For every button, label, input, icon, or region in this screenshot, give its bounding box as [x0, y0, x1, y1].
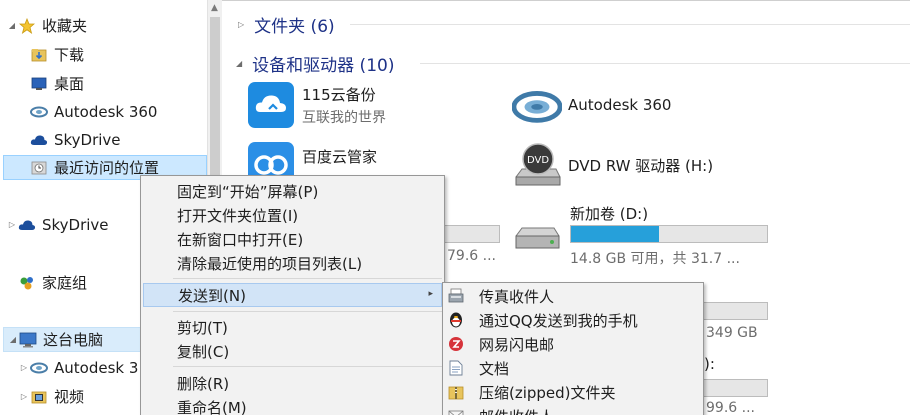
group-divider	[350, 24, 910, 25]
fax-icon	[447, 287, 465, 305]
submenu-item-fax[interactable]: 传真收件人	[445, 284, 701, 308]
expand-triangle-icon[interactable]: ◢	[6, 21, 18, 30]
folders-group-header[interactable]: ▷ 文件夹 (6)	[238, 12, 335, 37]
autodesk-360-icon	[30, 104, 48, 120]
menu-item-copy[interactable]: 复制(C)	[143, 339, 442, 363]
tile-dvd-drive[interactable]: DVD DVD RW 驱动器 (H:)	[512, 140, 713, 190]
tile-subtitle: 互联我的世界	[302, 109, 386, 126]
nav-label: 桌面	[54, 75, 85, 93]
nav-skydrive-fav[interactable]: SkyDrive	[30, 127, 121, 152]
menu-item-open-folder-location[interactable]: 打开文件夹位置(I)	[143, 203, 442, 227]
nav-favorites[interactable]: ◢ 收藏夹	[6, 13, 87, 38]
submenu-item-zip-folder[interactable]: 压缩(zipped)文件夹	[445, 380, 701, 404]
tile-name: 百度云管家	[302, 147, 378, 166]
homegroup-icon	[18, 275, 36, 291]
tile-name: 115云备份	[302, 85, 376, 104]
hard-drive-icon	[512, 212, 562, 262]
menu-item-send-to[interactable]: 发送到(N) ▸	[143, 283, 442, 307]
recent-places-icon	[30, 160, 48, 176]
115-cloud-icon	[246, 80, 296, 130]
nav-label: 收藏夹	[42, 17, 88, 35]
tile-drive-d[interactable]	[512, 212, 568, 262]
context-menu: 固定到“开始”屏幕(P) 打开文件夹位置(I) 在新窗口中打开(E) 清除最近使…	[140, 175, 445, 415]
group-divider	[420, 63, 910, 64]
nav-desktop[interactable]: 桌面	[30, 71, 84, 96]
drive-d-usage-bar	[570, 225, 768, 243]
mail-recipient-icon	[447, 407, 465, 415]
submenu-item-netease-mail[interactable]: 网易闪电邮	[445, 332, 701, 356]
nav-label: 这台电脑	[43, 331, 104, 349]
menu-item-clear-recent[interactable]: 清除最近使用的项目列表(L)	[143, 251, 442, 275]
partial-drive-usage-bar	[704, 379, 768, 397]
expand-triangle-icon[interactable]: ◢	[7, 335, 19, 344]
menu-item-pin-to-start[interactable]: 固定到“开始”屏幕(P)	[143, 179, 442, 203]
tile-115-cloud[interactable]: 115云备份 互联我的世界	[246, 80, 386, 130]
nav-autodesk-360[interactable]: Autodesk 360	[30, 99, 157, 124]
menu-item-rename[interactable]: 重命名(M)	[143, 395, 442, 415]
partial-drive-usage-bar	[704, 302, 768, 320]
devices-header-label: 设备和驱动器 (10)	[252, 56, 395, 76]
nav-label: Autodesk 3	[54, 358, 139, 377]
nav-autodesk-3[interactable]: ▷ Autodesk 3	[18, 355, 138, 380]
devices-group-header[interactable]: ◢ 设备和驱动器 (10)	[236, 51, 394, 76]
this-pc-icon	[19, 332, 37, 348]
menu-separator	[173, 278, 442, 279]
submenu-item-mail-recipient[interactable]: 邮件收件人	[445, 404, 701, 415]
nav-label: Autodesk 360	[54, 102, 158, 121]
nav-skydrive[interactable]: ▷ SkyDrive	[6, 212, 109, 237]
zip-folder-icon	[447, 383, 465, 401]
nav-videos[interactable]: ▷ 视频	[18, 384, 84, 409]
document-icon	[447, 359, 465, 377]
scroll-up-arrow-icon[interactable]: ▲	[211, 4, 218, 13]
menu-item-delete[interactable]: 删除(R)	[143, 371, 442, 395]
menu-item-open-new-window[interactable]: 在新窗口中打开(E)	[143, 227, 442, 251]
nav-label: 家庭组	[42, 274, 88, 292]
submenu-item-documents[interactable]: 文档	[445, 356, 701, 380]
autodesk-360-icon	[30, 360, 48, 376]
menu-item-cut[interactable]: 剪切(T)	[143, 315, 442, 339]
nav-label: SkyDrive	[54, 130, 121, 149]
expand-triangle-icon: ◢	[236, 59, 243, 68]
nav-label: SkyDrive	[42, 215, 109, 234]
partial-drive-usage-bar	[440, 225, 500, 243]
partial-drive-name: ):	[704, 355, 715, 373]
collapsed-triangle-icon[interactable]: ▷	[18, 392, 30, 401]
collapsed-triangle-icon: ▷	[238, 20, 245, 29]
collapsed-triangle-icon[interactable]: ▷	[6, 220, 18, 229]
tile-name: DVD RW 驱动器 (H:)	[568, 156, 714, 175]
dvd-drive-icon: DVD	[512, 140, 562, 190]
nav-label: 视频	[54, 388, 85, 406]
tile-name: Autodesk 360	[568, 96, 672, 114]
skydrive-cloud-icon	[18, 217, 36, 233]
skydrive-cloud-icon	[30, 132, 48, 148]
partial-drive-capacity: 349 GB	[706, 325, 758, 341]
partial-drive-capacity: 79.6 ...	[447, 248, 496, 264]
send-to-submenu: 传真收件人 通过QQ发送到我的手机 网易闪电邮 文档 压缩(zipped)文件夹…	[442, 282, 704, 415]
star-icon	[18, 17, 36, 34]
submenu-item-qq-phone[interactable]: 通过QQ发送到我的手机	[445, 308, 701, 332]
videos-folder-icon	[30, 389, 48, 405]
menu-separator	[173, 366, 442, 367]
netease-mail-icon	[447, 335, 465, 353]
drive-d-name: 新加卷 (D:)	[570, 205, 649, 223]
tile-autodesk-360[interactable]: Autodesk 360	[512, 80, 671, 130]
collapsed-triangle-icon[interactable]: ▷	[18, 363, 30, 372]
folders-header-label: 文件夹 (6)	[254, 17, 335, 37]
nav-homegroup[interactable]: 家庭组	[6, 270, 87, 295]
autodesk-360-icon	[512, 80, 562, 130]
downloads-folder-icon	[30, 47, 48, 63]
drive-d-capacity: 14.8 GB 可用，共 31.7 ...	[570, 251, 740, 267]
drive-d-usage-fill	[571, 226, 660, 242]
desktop-icon	[30, 76, 48, 92]
svg-text:DVD: DVD	[527, 155, 549, 166]
submenu-arrow-icon: ▸	[428, 289, 433, 299]
partial-drive-capacity: 99.6 ...	[706, 400, 755, 415]
qq-penguin-icon	[447, 311, 465, 329]
nav-label: 下载	[54, 46, 85, 64]
menu-separator	[173, 311, 442, 312]
nav-downloads[interactable]: 下载	[30, 42, 84, 67]
